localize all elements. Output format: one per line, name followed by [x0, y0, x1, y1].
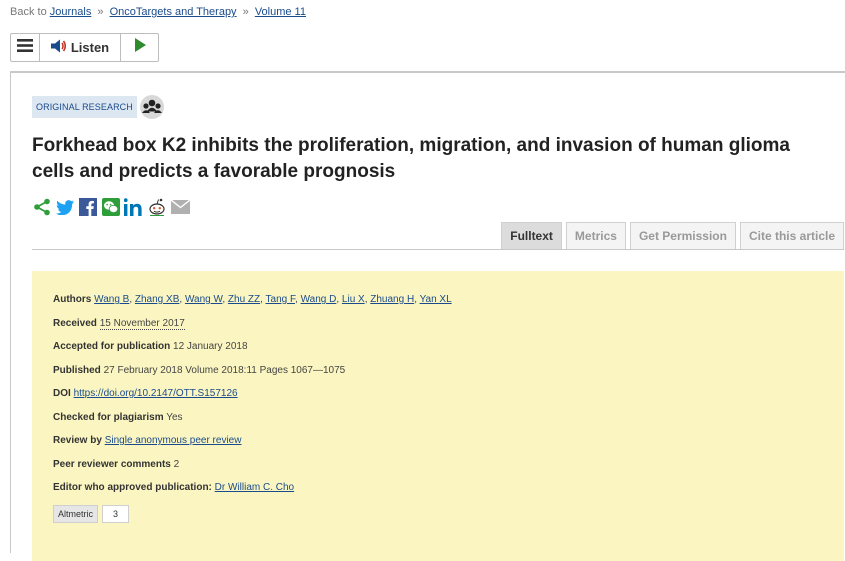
article-metadata-box: Authors Wang B, Zhang XB, Wang W, Zhu ZZ…: [32, 271, 844, 561]
tab-get-permission[interactable]: Get Permission: [629, 222, 736, 249]
editor-link[interactable]: Dr William C. Cho: [215, 482, 294, 493]
breadcrumb-journals-link[interactable]: Journals: [50, 6, 92, 18]
group-icon: [139, 95, 164, 119]
review-type-link[interactable]: Single anonymous peer review: [105, 435, 242, 446]
tab-cite-this-article[interactable]: Cite this article: [739, 222, 844, 249]
author-link[interactable]: Yan XL: [420, 294, 452, 305]
received-line: Received 15 November 2017: [53, 317, 452, 341]
comments-value: 2: [173, 458, 180, 470]
wechat-icon[interactable]: [101, 197, 121, 217]
altmetric-score: 3: [102, 505, 130, 523]
breadcrumb-volume-link[interactable]: Volume 11: [255, 6, 306, 18]
author-link[interactable]: Zhuang H: [370, 294, 414, 305]
article-type-badge[interactable]: ORIGINAL RESEARCH: [32, 96, 137, 118]
article-tabs: Fulltext Metrics Get Permission Cite thi…: [501, 222, 844, 249]
doi-link[interactable]: https://doi.org/10.2147/OTT.S157126: [74, 388, 238, 399]
author-link[interactable]: Wang D: [301, 294, 337, 305]
article-type-row: ORIGINAL RESEARCH: [32, 95, 164, 119]
review-label: Review by: [53, 435, 102, 446]
breadcrumb-separator: »: [97, 6, 104, 18]
tab-metrics[interactable]: Metrics: [565, 222, 626, 249]
plagiarism-label: Checked for plagiarism: [53, 411, 164, 423]
editor-label: Editor who approved publication:: [53, 482, 212, 493]
metadata-lines: Authors Wang B, Zhang XB, Wang W, Zhu ZZ…: [53, 293, 452, 505]
accepted-line: Accepted for publication 12 January 2018: [53, 340, 452, 364]
doi-line: DOI https://doi.org/10.2147/OTT.S157126: [53, 387, 452, 411]
listen-button[interactable]: Listen: [40, 34, 121, 61]
tab-fulltext[interactable]: Fulltext: [501, 222, 562, 249]
linkedin-icon[interactable]: [124, 197, 144, 217]
listen-player: Listen: [10, 33, 159, 62]
play-icon: [134, 38, 146, 57]
speaker-icon: [50, 39, 67, 56]
share-bar: [32, 197, 190, 217]
author-link[interactable]: Liu X: [342, 294, 365, 305]
article-panel: ORIGINAL RESEARCH Forkhead box K2 inhibi…: [10, 71, 845, 561]
reddit-icon[interactable]: [147, 197, 167, 217]
breadcrumb: Back to Journals » OncoTargets and Thera…: [10, 6, 306, 18]
breadcrumb-prefix: Back to: [10, 6, 47, 18]
authors-label: Authors: [53, 294, 92, 305]
breadcrumb-separator: »: [242, 6, 249, 18]
tabs-divider: [32, 249, 844, 250]
editor-line: Editor who approved publication: Dr Will…: [53, 481, 452, 505]
author-link[interactable]: Wang W: [185, 294, 222, 305]
breadcrumb-journal-link[interactable]: OncoTargets and Therapy: [110, 6, 237, 18]
accepted-label: Accepted for publication: [53, 341, 171, 352]
received-date: 15 November 2017: [99, 317, 185, 330]
play-button[interactable]: [121, 34, 158, 61]
authors-line: Authors Wang B, Zhang XB, Wang W, Zhu ZZ…: [53, 294, 452, 305]
doi-label: DOI: [53, 388, 71, 399]
player-menu-button[interactable]: [11, 34, 40, 61]
author-link[interactable]: Zhu ZZ: [228, 294, 260, 305]
listen-label: Listen: [70, 40, 110, 55]
article-title: Forkhead box K2 inhibits the proliferati…: [32, 135, 790, 182]
altmetric-widget[interactable]: Altmetric 3: [53, 505, 130, 523]
plagiarism-value: Yes: [166, 411, 183, 423]
accepted-date: 12 January 2018: [173, 341, 248, 352]
published-line: Published 27 February 2018 Volume 2018:1…: [53, 364, 452, 388]
published-value: 27 February 2018 Volume 2018:11 Pages 10…: [103, 364, 346, 376]
hamburger-menu-icon: [17, 38, 33, 57]
plagiarism-line: Checked for plagiarism Yes: [53, 411, 452, 435]
author-link[interactable]: Tang F: [266, 294, 295, 305]
review-line: Review by Single anonymous peer review: [53, 434, 452, 458]
share-icon[interactable]: [32, 197, 52, 217]
comments-line: Peer reviewer comments 2: [53, 458, 452, 482]
comments-label: Peer reviewer comments: [53, 458, 171, 470]
email-icon[interactable]: [170, 197, 190, 217]
received-label: Received: [53, 317, 97, 329]
author-link[interactable]: Zhang XB: [135, 294, 179, 305]
author-link[interactable]: Wang B: [94, 294, 129, 305]
altmetric-badge[interactable]: Altmetric: [53, 505, 99, 523]
facebook-icon[interactable]: [78, 197, 98, 217]
twitter-icon[interactable]: [55, 197, 75, 217]
published-label: Published: [53, 364, 101, 376]
